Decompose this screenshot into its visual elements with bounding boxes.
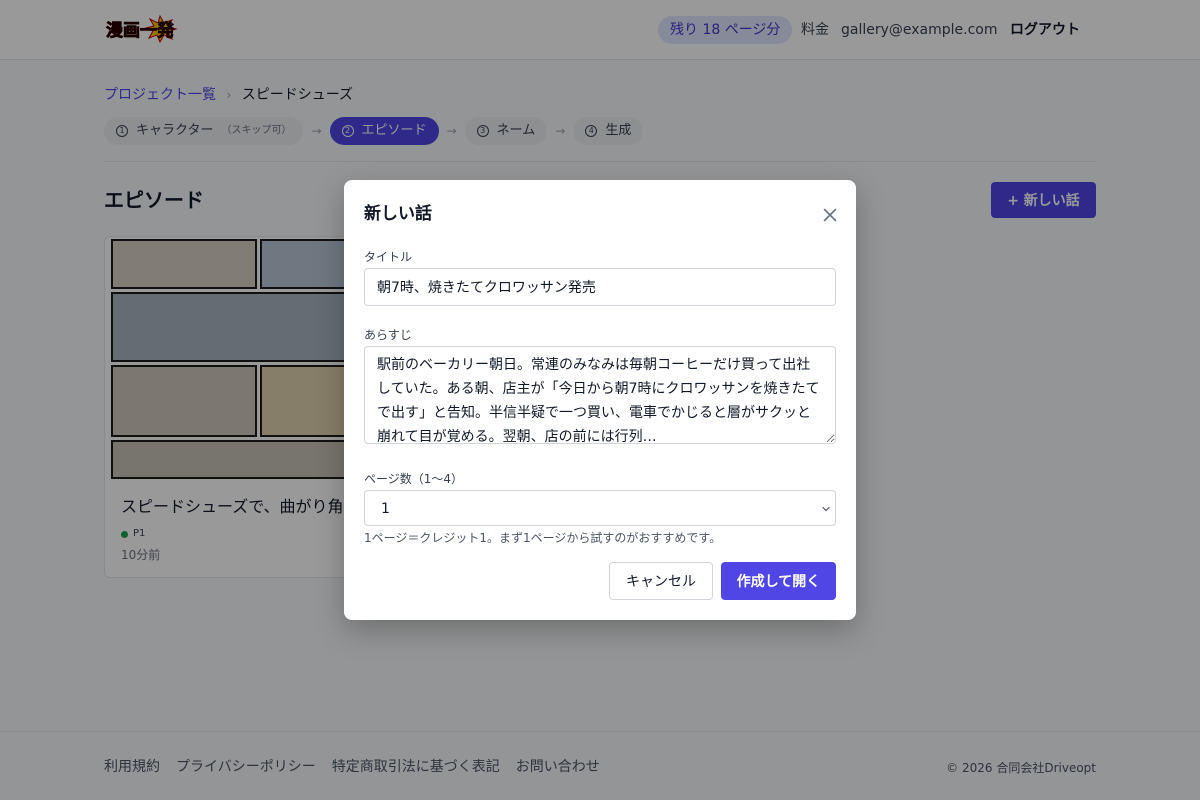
close-button[interactable] xyxy=(820,205,840,225)
new-episode-dialog: 新しい話 タイトル あらすじ 駅前のベーカリー朝日。常連のみなみは毎朝コーヒーだ… xyxy=(344,180,856,620)
cancel-button[interactable]: キャンセル xyxy=(609,562,713,600)
pages-label: ページ数（1〜4） xyxy=(364,472,464,486)
title-input[interactable] xyxy=(364,268,836,306)
pages-select-value: 1 xyxy=(381,501,390,517)
pages-hint: 1ページ＝クレジット1。まず1ページから試すのがおすすめです。 xyxy=(364,531,722,545)
create-and-open-button[interactable]: 作成して開く xyxy=(721,562,836,600)
synopsis-label: あらすじ xyxy=(364,328,412,342)
synopsis-textarea[interactable]: 駅前のベーカリー朝日。常連のみなみは毎朝コーヒーだけ買って出社していた。ある朝、… xyxy=(364,346,836,444)
pages-select[interactable]: 1 xyxy=(364,490,836,526)
dialog-title: 新しい話 xyxy=(364,204,432,224)
title-field-label: タイトル xyxy=(364,250,413,264)
chevron-down-icon xyxy=(822,506,830,512)
close-icon xyxy=(823,208,837,222)
